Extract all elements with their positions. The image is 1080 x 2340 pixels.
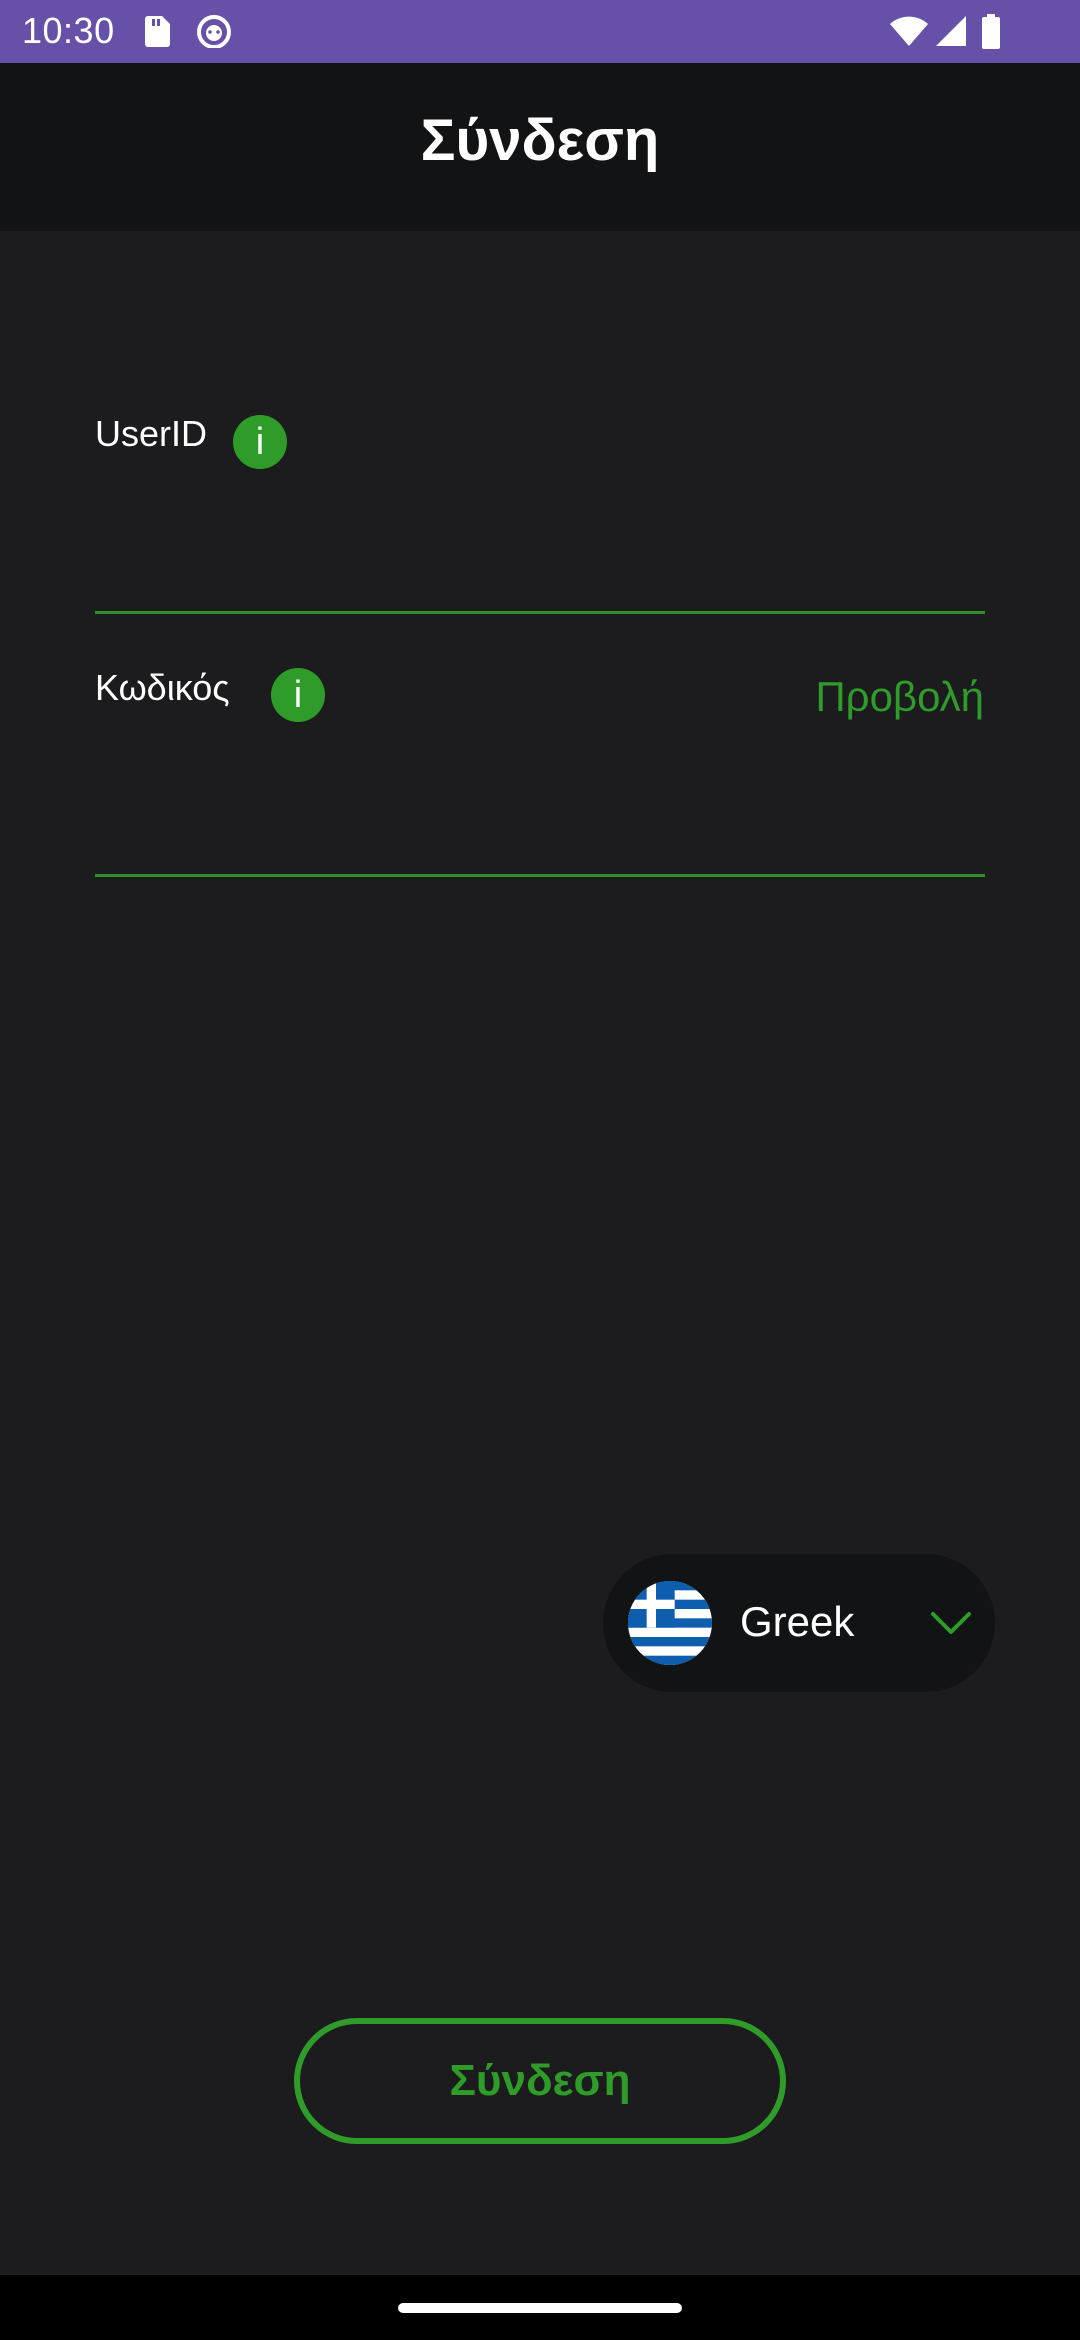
- password-info-icon[interactable]: i: [271, 668, 325, 722]
- userid-label: UserID: [95, 413, 208, 454]
- sd-card-icon: [142, 14, 172, 52]
- home-gesture-handle[interactable]: [398, 2303, 682, 2313]
- userid-field[interactable]: [95, 521, 985, 591]
- status-bar: 10:30: [0, 0, 1080, 63]
- wifi-icon: [888, 14, 930, 52]
- userid-info-icon[interactable]: i: [233, 415, 287, 469]
- navigation-bar: [0, 2275, 1080, 2340]
- chevron-down-icon: [929, 1604, 973, 1644]
- language-selector[interactable]: Greek: [603, 1554, 995, 1692]
- status-time: 10:30: [22, 10, 115, 51]
- userid-underline: [95, 611, 985, 614]
- login-button[interactable]: Σύνδεση: [294, 2018, 786, 2144]
- show-password-button[interactable]: Προβολή: [815, 673, 984, 721]
- password-underline: [95, 874, 985, 877]
- cat-icon: [196, 14, 232, 52]
- login-button-label: Σύνδεση: [449, 2056, 631, 2105]
- signal-icon: [934, 14, 968, 52]
- battery-icon: [980, 14, 1002, 54]
- app-bar: Σύνδεση: [0, 63, 1080, 231]
- language-label: Greek: [740, 1598, 855, 1645]
- login-form: UserID i Κωδικός i Προβολή: [0, 231, 1080, 2275]
- page-title: Σύνδεση: [420, 107, 660, 173]
- password-label: Κωδικός: [95, 667, 230, 708]
- greece-flag-icon: [628, 1581, 712, 1665]
- password-field[interactable]: [95, 781, 985, 851]
